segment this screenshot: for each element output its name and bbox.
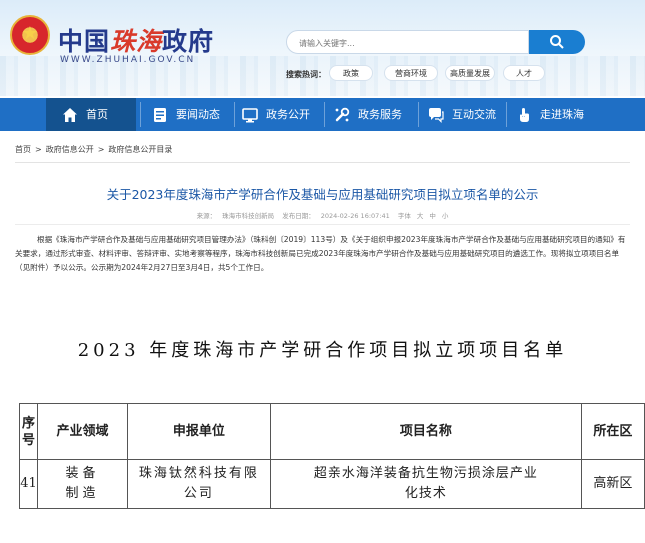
nav-item-label: 互动交流 [452,108,496,121]
cell-district: 高新区 [580,459,645,509]
column-header-district: 所在区 [580,403,645,460]
main-nav: 首页 要闻动态 政务公开 政务服务 互动交流 走进珠海 [0,98,645,131]
article-title: 关于2023年度珠海市产学研合作及基础与应用基础研究项目拟立项名单的公示 [106,187,539,202]
open-government-icon [242,108,258,123]
breadcrumb-open-info-link[interactable]: 政府信息公开 [46,145,94,154]
column-header-project-name: 项目名称 [269,403,582,460]
search-button[interactable] [529,30,585,54]
project-list-table: 序号 产业领域 申报单位 项目名称 所在区 41 装备制造 珠海钛然科技有限公司… [19,403,645,509]
nav-item-label: 首页 [86,108,108,121]
meta-date-label: 发布日期： [282,212,315,220]
cell-index: 41 [19,459,38,509]
meta-divider [15,224,630,225]
table-row: 41 装备制造 珠海钛然科技有限公司 超亲水海洋装备抗生物污损涂层产业化技术 高… [19,459,645,509]
attachment-title: 2023 年度珠海市产学研合作项目拟立项项目名单 [77,340,568,361]
search-box [286,30,529,55]
nav-item-label: 政务公开 [266,108,310,121]
cell-project-name: 超亲水海洋装备抗生物污损涂层产业化技术 [269,459,582,509]
cell-industry: 装备制造 [36,459,128,509]
nav-divider [234,102,235,127]
font-size-small-button[interactable]: 小 [442,212,449,220]
nav-item-home[interactable]: 首页 [46,98,136,131]
nav-divider [418,102,419,127]
home-icon [63,108,77,122]
site-title-city: 珠海 [110,27,163,56]
breadcrumb-separator: > [35,145,42,154]
column-header-applicant: 申报单位 [126,403,271,460]
nav-item-interaction[interactable]: 互动交流 [428,98,510,131]
breadcrumb: 首页 > 政府信息公开 > 政府信息公开目录 [15,144,176,155]
site-logo[interactable]: 中国珠海政府 [58,22,214,58]
nav-item-label: 要闻动态 [176,108,220,121]
site-title-part: 中国 [58,27,111,56]
meta-source: 珠海市科技创新局 [222,212,275,220]
font-size-medium-button[interactable]: 中 [429,212,436,220]
nav-item-service[interactable]: 政务服务 [334,98,416,131]
nav-item-label: 走进珠海 [540,108,584,121]
article-meta: 来源： 珠海市科技创新局 发布日期： 2024-02-26 16:07:41 字体大… [0,210,645,220]
hot-word-tag[interactable]: 人才 [503,65,545,81]
meta-source-label: 来源： [196,212,217,220]
news-icon [154,108,166,122]
hot-word-tag[interactable]: 政策 [329,65,373,81]
nav-item-open-government[interactable]: 政务公开 [242,98,324,131]
chat-icon [429,108,444,123]
breadcrumb-separator: > [97,145,105,154]
meta-date: 2024-02-26 16:07:41 [320,212,390,220]
hot-word-tag[interactable]: 高质量发展 [445,65,495,81]
column-header-index: 序号 [19,403,38,460]
site-title-part: 政府 [162,27,215,56]
search-input[interactable] [287,32,528,55]
hot-word-tag[interactable]: 营商环境 [384,65,438,81]
hot-words-label: 搜索热词： [286,70,326,79]
article-body: 根据《珠海市产学研合作及基础与应用基础研究项目管理办法》（珠科创〔2019〕11… [15,235,626,272]
site-url: WWW.ZHUHAI.GOV.CN [60,55,196,65]
nav-item-label: 政务服务 [358,108,402,121]
table-header-row: 序号 产业领域 申报单位 项目名称 所在区 [19,403,645,460]
font-size-large-button[interactable]: 大 [417,212,424,220]
nav-divider [506,102,507,127]
site-header: 中国珠海政府 WWW.ZHUHAI.GOV.CN 搜索热词： 政策 营商环境 高… [0,0,645,96]
breadcrumb-home-link[interactable]: 首页 [15,145,31,154]
nav-item-news[interactable]: 要闻动态 [152,98,234,131]
service-icon [335,107,350,122]
nav-divider [140,102,141,127]
meta-font-label: 字体 [397,212,411,220]
nav-divider [324,102,325,127]
touch-icon [520,108,529,122]
breadcrumb-catalog-link[interactable]: 政府信息公开目录 [108,145,172,154]
national-emblem-icon [10,15,50,55]
column-header-industry: 产业领域 [36,403,128,460]
search-icon [550,35,564,49]
breadcrumb-divider [15,162,630,163]
cell-applicant: 珠海钛然科技有限公司 [126,459,271,509]
nav-item-about-zhuhai[interactable]: 走进珠海 [516,98,606,131]
